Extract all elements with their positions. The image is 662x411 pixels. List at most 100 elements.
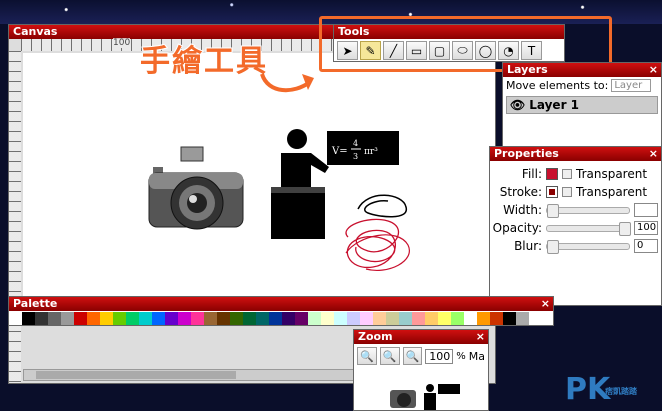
palette-titlebar[interactable]: Palette × (9, 297, 553, 311)
palette-swatch[interactable] (321, 312, 334, 325)
palette-swatches (9, 312, 553, 325)
stroke-transparent-checkbox[interactable] (562, 187, 572, 197)
palette-swatch[interactable] (139, 312, 152, 325)
opacity-slider[interactable] (546, 221, 631, 236)
layers-titlebar[interactable]: Layers × (503, 63, 661, 77)
width-label: Width: (503, 203, 542, 217)
zoom-preview[interactable] (374, 370, 470, 410)
width-input[interactable] (634, 203, 658, 217)
camera-clipart[interactable] (145, 145, 245, 237)
palette-swatch[interactable] (308, 312, 321, 325)
palette-swatch[interactable] (191, 312, 204, 325)
formula-denominator: 3 (353, 152, 358, 161)
palette-swatch[interactable] (490, 312, 503, 325)
palette-swatch[interactable] (516, 312, 529, 325)
palette-swatch[interactable] (152, 312, 165, 325)
palette-swatch[interactable] (386, 312, 399, 325)
palette-swatch[interactable] (113, 312, 126, 325)
stroke-transparent-label: Transparent (576, 185, 648, 199)
blur-label: Blur: (514, 239, 542, 253)
layers-title: Layers (507, 63, 548, 76)
move-layer-select[interactable]: Layer (611, 79, 652, 92)
hscroll-thumb[interactable] (36, 371, 236, 379)
layer-name: Layer 1 (529, 98, 580, 112)
properties-titlebar[interactable]: Properties × (490, 147, 661, 161)
formula-rhs: πr³ (364, 147, 378, 157)
palette-swatch[interactable] (282, 312, 295, 325)
palette-swatch[interactable] (204, 312, 217, 325)
palette-swatch[interactable] (295, 312, 308, 325)
palette-swatch[interactable] (438, 312, 451, 325)
ruler-label: 100 (113, 38, 131, 48)
fill-transparent-label: Transparent (576, 167, 648, 181)
annotation-label: 手繪工具 (139, 43, 268, 80)
fill-label: Fill: (521, 167, 542, 181)
palette-swatch[interactable] (48, 312, 61, 325)
palette-swatch[interactable] (35, 312, 48, 325)
palette-swatch[interactable] (217, 312, 230, 325)
blur-slider[interactable] (546, 239, 630, 254)
freehand-scribble[interactable] (328, 187, 428, 279)
palette-swatch[interactable] (100, 312, 113, 325)
palette-swatch[interactable] (425, 312, 438, 325)
fill-color-swatch[interactable] (546, 168, 558, 180)
zoom-titlebar[interactable]: Zoom × (354, 330, 488, 344)
fill-transparent-checkbox[interactable] (562, 169, 572, 179)
palette-swatch[interactable] (74, 312, 87, 325)
palette-swatch[interactable] (503, 312, 516, 325)
palette-swatch[interactable] (373, 312, 386, 325)
properties-window: Properties × Fill: Transparent Stroke: T… (489, 146, 662, 306)
palette-swatch[interactable] (269, 312, 282, 325)
palette-swatch[interactable] (360, 312, 373, 325)
annotation-arrow-icon (260, 73, 314, 93)
palette-swatch[interactable] (399, 312, 412, 325)
palette-swatch[interactable] (165, 312, 178, 325)
properties-title: Properties (494, 147, 559, 160)
ruler-left (9, 51, 21, 383)
palette-swatch[interactable] (256, 312, 269, 325)
zoom-suffix: Ma (468, 349, 485, 363)
palette-swatch[interactable] (464, 312, 477, 325)
watermark-text: PK (565, 372, 611, 407)
palette-swatch[interactable] (61, 312, 74, 325)
palette-swatch[interactable] (451, 312, 464, 325)
formula-lhs: V= (331, 146, 348, 157)
zoom-close-icon[interactable]: × (476, 330, 485, 344)
palette-title: Palette (13, 297, 58, 310)
palette-window: Palette × (8, 296, 554, 326)
palette-swatch[interactable] (334, 312, 347, 325)
palette-swatch[interactable] (243, 312, 256, 325)
palette-swatch[interactable] (230, 312, 243, 325)
stroke-color-swatch[interactable] (546, 186, 558, 198)
move-elements-label: Move elements to: (506, 79, 609, 92)
palette-swatch[interactable] (477, 312, 490, 325)
watermark-subtext: 痞凱踏踏 (605, 387, 637, 396)
blur-input[interactable]: 0 (634, 239, 658, 253)
watermark-logo: PK 痞凱踏踏 (565, 372, 637, 407)
palette-swatch[interactable] (9, 312, 22, 325)
palette-close-icon[interactable]: × (541, 297, 550, 311)
zoom-unit: % (456, 350, 466, 362)
palette-swatch[interactable] (178, 312, 191, 325)
palette-swatch[interactable] (347, 312, 360, 325)
zoom-value-input[interactable]: 100 (425, 348, 454, 364)
zoom-title: Zoom (358, 330, 393, 343)
zoom-out-icon[interactable]: 🔍 (402, 347, 423, 365)
palette-swatch[interactable] (22, 312, 35, 325)
layer-row[interactable]: 👁 Layer 1 (506, 96, 658, 114)
zoom-fit-icon[interactable]: 🔍 (379, 347, 400, 365)
zoom-in-icon[interactable]: 🔍 (357, 347, 377, 365)
properties-close-icon[interactable]: × (649, 147, 658, 161)
layers-close-icon[interactable]: × (649, 63, 658, 77)
opacity-input[interactable]: 100 (634, 221, 658, 235)
zoom-window: Zoom × 🔍 🔍 🔍 100 % Ma (353, 329, 489, 411)
palette-swatch[interactable] (126, 312, 139, 325)
eye-icon[interactable]: 👁 (510, 98, 525, 112)
layers-window: Layers × Move elements to: Layer 👁 Layer… (502, 62, 662, 148)
opacity-label: Opacity: (492, 221, 542, 235)
palette-swatch[interactable] (87, 312, 100, 325)
palette-swatch[interactable] (412, 312, 425, 325)
width-slider[interactable] (546, 203, 630, 218)
canvas-title: Canvas (13, 25, 58, 38)
stroke-label: Stroke: (499, 185, 542, 199)
